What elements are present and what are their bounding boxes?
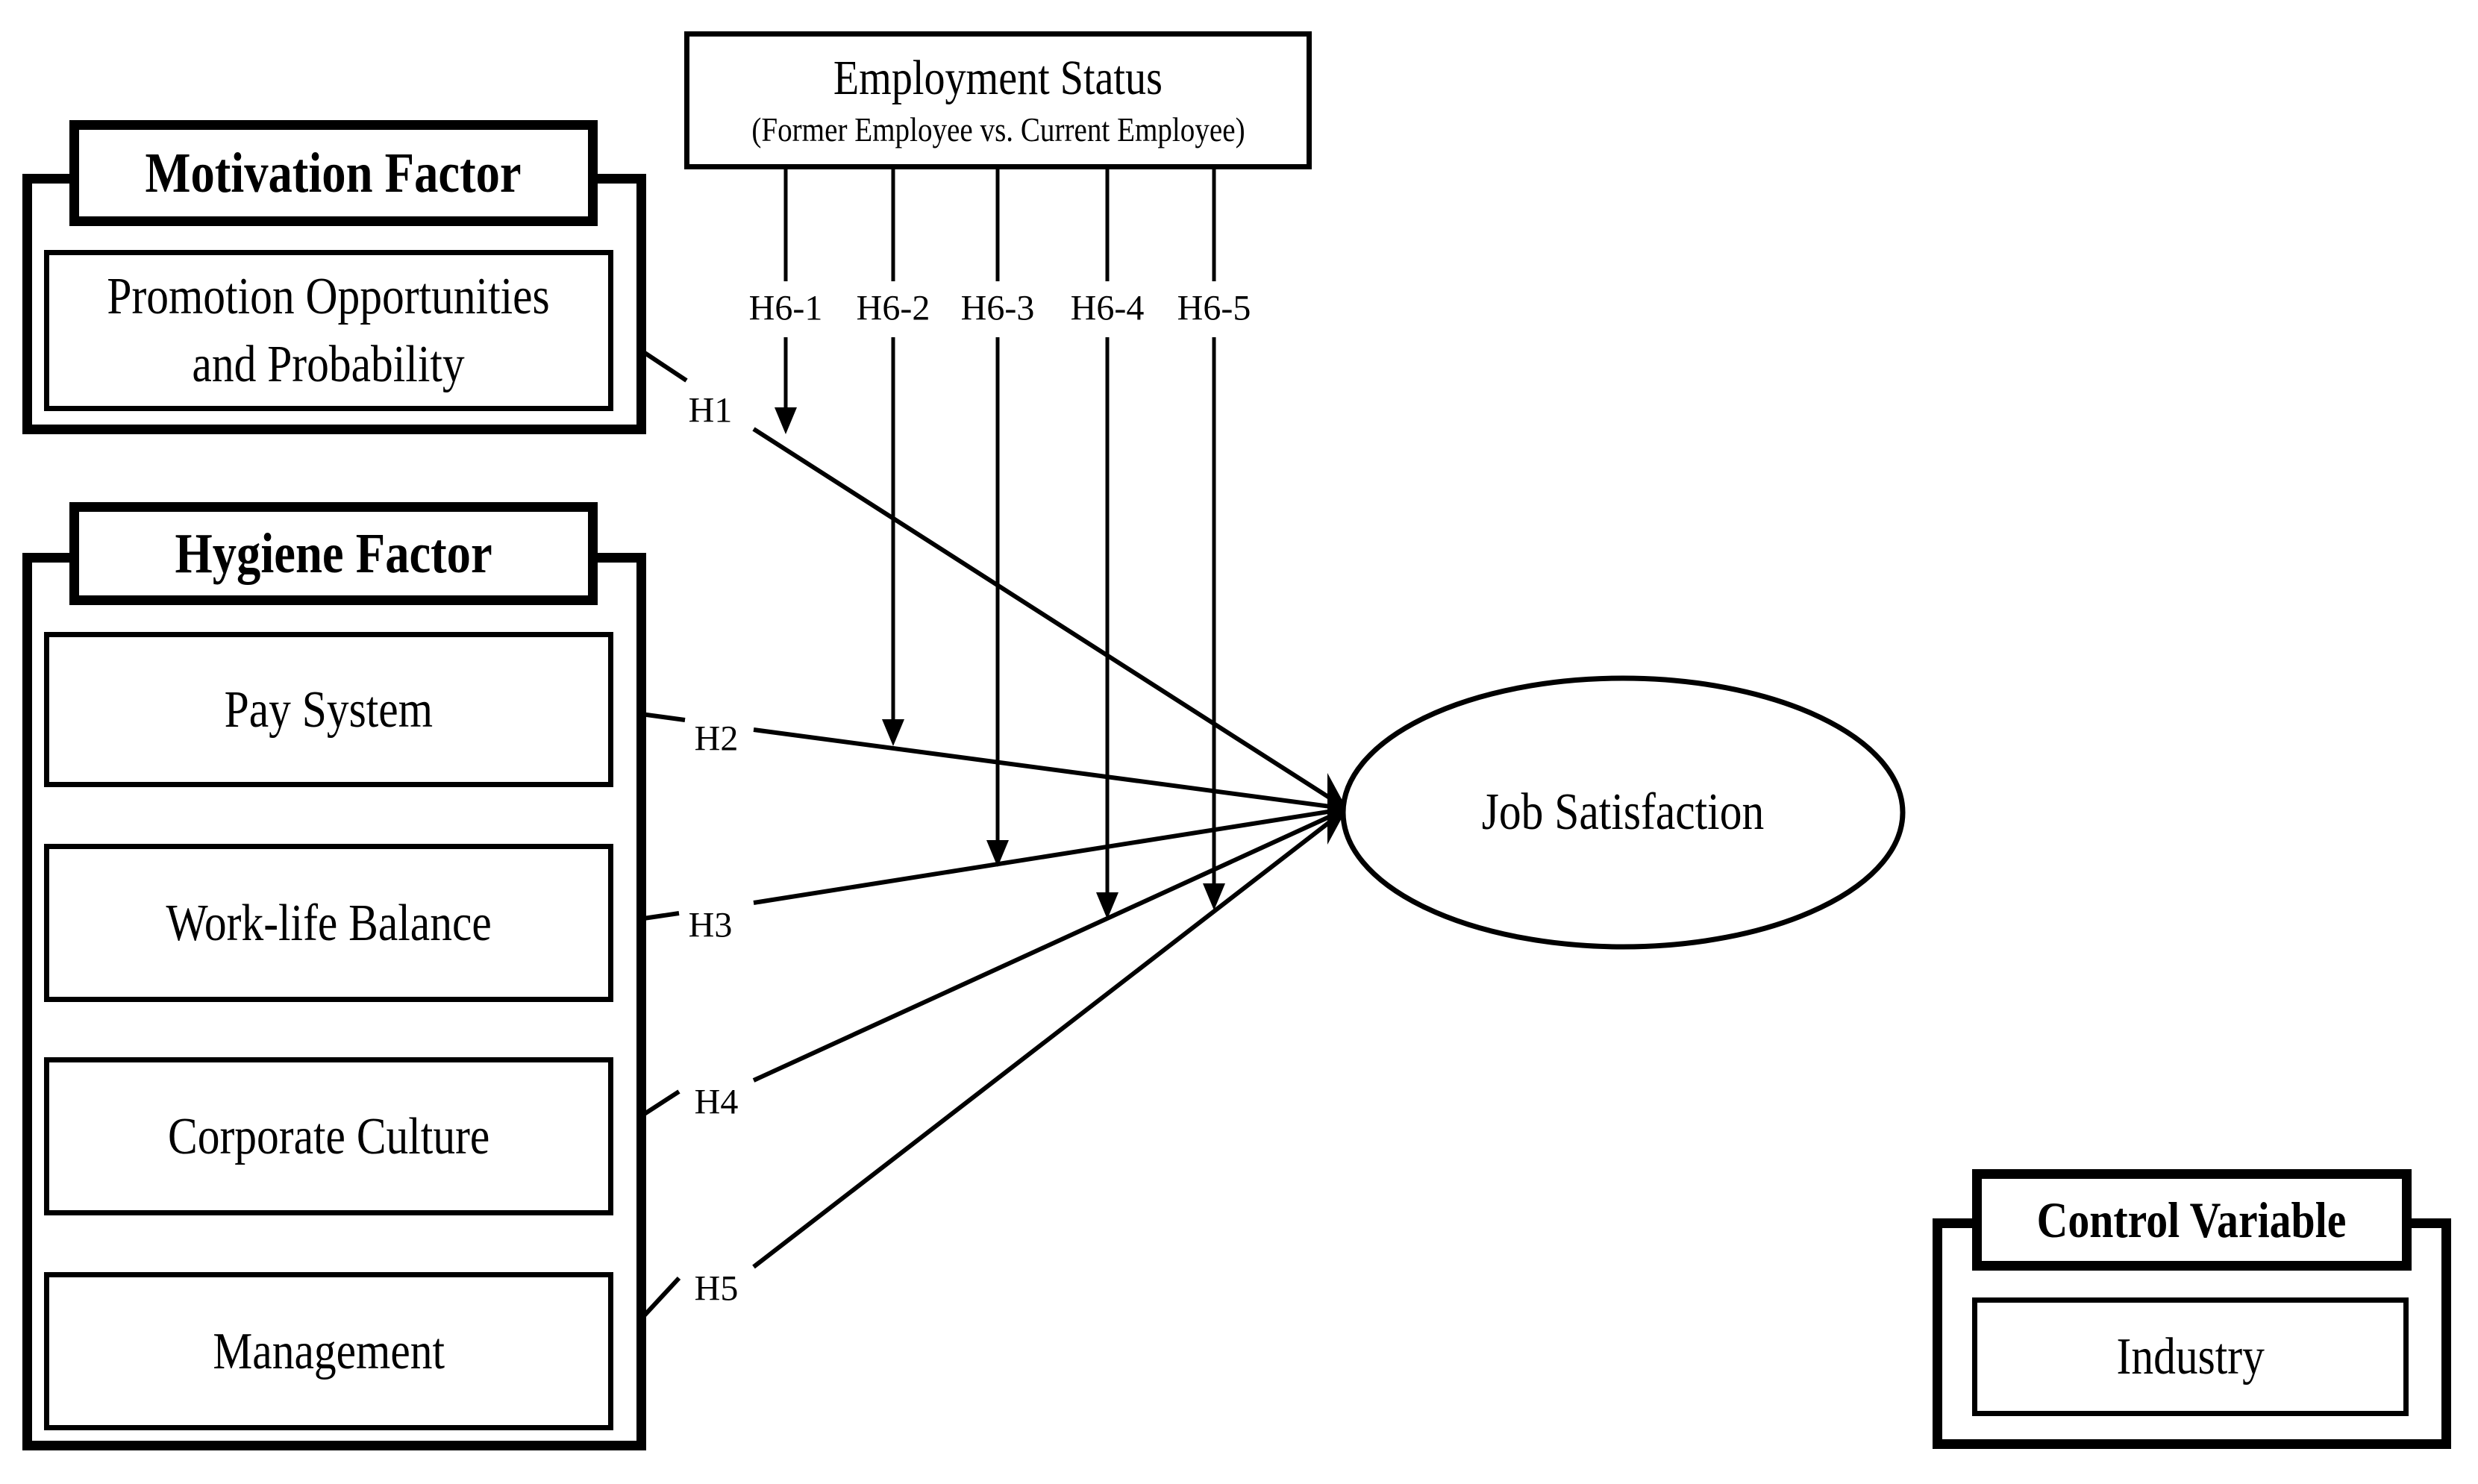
pay-system-box: Pay System: [44, 632, 613, 787]
work-life-balance-label: Work-life Balance: [166, 894, 492, 952]
h2-label: H2: [694, 718, 739, 759]
corporate-culture-label: Corporate Culture: [167, 1107, 490, 1165]
corporate-culture-box: Corporate Culture: [44, 1057, 613, 1215]
industry-box: Industry: [1972, 1297, 2409, 1416]
control-variable-title: Control Variable: [2037, 1191, 2347, 1248]
h6-2-label: H6-2: [856, 288, 930, 328]
job-satisfaction-label: Job Satisfaction: [1481, 783, 1765, 841]
h1-label: H1: [688, 390, 733, 431]
motivation-factor-header: Motivation Factor: [69, 120, 598, 226]
h6-2-arrowhead: [882, 719, 904, 746]
h3-path: [753, 807, 1348, 905]
h6-4-label: H6-4: [1070, 288, 1145, 328]
h5-label: H5: [694, 1268, 739, 1309]
management-label: Management: [213, 1322, 445, 1380]
h4-label: H4: [694, 1082, 739, 1122]
employment-status-title: Employment Status: [833, 51, 1163, 105]
management-box: Management: [44, 1272, 613, 1430]
h1-path: [752, 427, 1348, 811]
h6-3-label: H6-3: [960, 288, 1035, 328]
work-life-balance-box: Work-life Balance: [44, 844, 613, 1002]
motivation-factor-title: Motivation Factor: [145, 141, 522, 204]
promotion-opportunities-box: Promotion Opportunities and Probability: [44, 250, 613, 411]
pay-system-label: Pay System: [224, 680, 434, 739]
h3-label: H3: [688, 905, 733, 945]
hygiene-factor-header: Hygiene Factor: [69, 502, 598, 605]
industry-label: Industry: [2116, 1328, 2265, 1386]
hygiene-factor-title: Hygiene Factor: [175, 522, 492, 585]
h6-1-arrowhead: [775, 407, 797, 434]
h6-5-label: H6-5: [1177, 288, 1251, 328]
h2-path: [753, 727, 1348, 811]
employment-status-box: Employment Status (Former Employee vs. C…: [684, 31, 1312, 169]
h6-1-label: H6-1: [748, 288, 823, 328]
promotion-opportunities-label: Promotion Opportunities and Probability: [107, 268, 551, 393]
employment-status-subtitle: (Former Employee vs. Current Employee): [751, 110, 1245, 149]
control-variable-header: Control Variable: [1972, 1169, 2412, 1271]
